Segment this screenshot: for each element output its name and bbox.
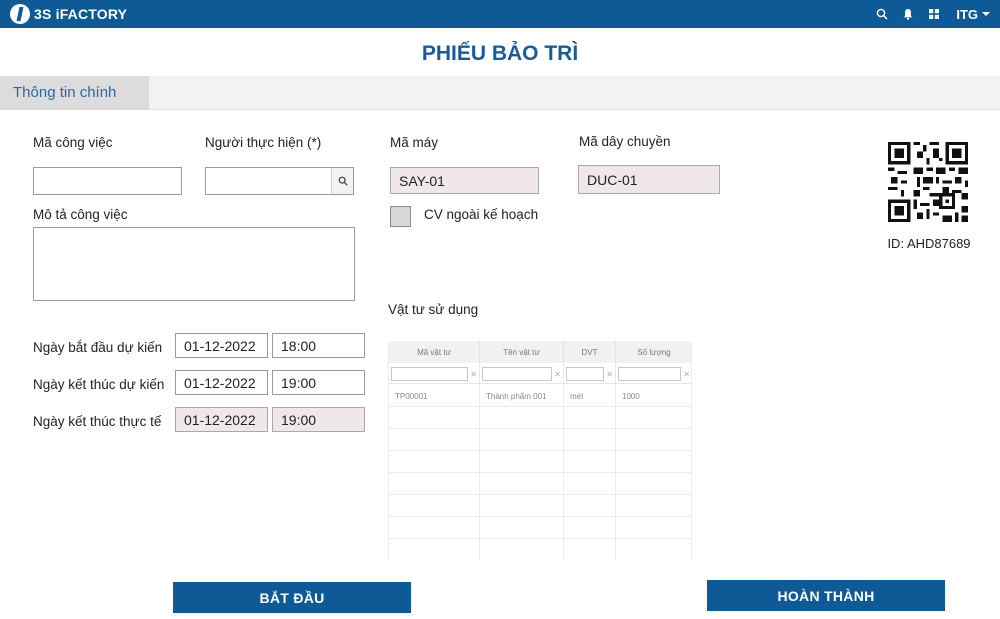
planned-start-date-input[interactable]: 01-12-2022 (175, 333, 268, 358)
column-header-quantity[interactable]: Số lượng (616, 341, 691, 363)
description-label: Mô tả công việc (33, 207, 128, 222)
qr-id-label: ID: AHD87689 (887, 236, 971, 251)
actual-end-date-input: 01-12-2022 (175, 407, 268, 432)
table-row-empty (389, 473, 691, 495)
planned-start-date: 01-12-2022 (184, 337, 256, 354)
start-button[interactable]: BẮT ĐẦU (173, 582, 411, 613)
unplanned-label: CV ngoài kế hoạch (424, 207, 539, 222)
machine-code-input: SAY-01 (390, 167, 539, 194)
table-row-empty (389, 495, 691, 517)
table-row-empty (389, 429, 691, 451)
materials-grid-body: TP00001 Thành phẩm 001 mét 1000 (389, 385, 691, 560)
top-actions: ITG (864, 0, 990, 28)
table-row-empty (389, 451, 691, 473)
filter-input-material-name[interactable] (482, 367, 553, 381)
actual-end-label: Ngày kết thúc thực tế (33, 414, 162, 429)
job-code-label: Mã công việc (33, 135, 113, 150)
filter-input-quantity[interactable] (618, 367, 682, 381)
unplanned-checkbox[interactable] (390, 206, 411, 227)
actual-end-time-input: 19:00 (272, 407, 365, 432)
performer-input[interactable] (205, 167, 354, 195)
actual-end-time: 19:00 (281, 411, 317, 428)
cell-material-name: Thành phẩm 001 (480, 385, 564, 407)
table-row[interactable]: TP00001 Thành phẩm 001 mét 1000 (389, 385, 691, 407)
planned-start-time-input[interactable]: 18:00 (272, 333, 365, 358)
planned-end-time: 19:00 (281, 374, 317, 391)
planned-end-date-input[interactable]: 01-12-2022 (175, 370, 268, 395)
page-title: PHIẾU BẢO TRÌ (421, 42, 579, 65)
planned-end-date: 01-12-2022 (184, 374, 256, 391)
logo-text: 3S iFACTORY (34, 6, 128, 22)
performer-label: Người thực hiện (*) (205, 135, 322, 150)
filter-input-unit[interactable] (566, 367, 605, 381)
column-header-material-name[interactable]: Tên vật tư (480, 341, 564, 363)
user-name: ITG (956, 6, 978, 22)
machine-code-value: SAY-01 (399, 172, 445, 189)
materials-grid: Mã vật tư Tên vật tư DVT Số lượng ✕ ✕ ✕ … (388, 341, 692, 560)
planned-end-time-input[interactable]: 19:00 (272, 370, 365, 395)
filter-input-material-code[interactable] (391, 367, 469, 381)
top-bar: 3S iFACTORY ITG (0, 0, 1000, 28)
machine-code-label: Mã máy (390, 135, 439, 150)
qr-code-image (888, 142, 968, 222)
logo-mark-icon (10, 4, 30, 24)
column-header-material-code[interactable]: Mã vật tư (389, 341, 480, 363)
materials-grid-header: Mã vật tư Tên vật tư DVT Số lượng (389, 341, 691, 363)
grid-icon[interactable] (926, 6, 942, 22)
column-header-unit[interactable]: DVT (564, 341, 616, 363)
tab-bar: Thông tin chính (0, 76, 1000, 110)
planned-end-label: Ngày kết thúc dự kiến (33, 377, 165, 392)
complete-button[interactable]: HOÀN THÀNH (707, 580, 945, 611)
planned-start-time: 18:00 (281, 337, 317, 354)
materials-grid-filter-row: ✕ ✕ ✕ ✕ (389, 364, 691, 384)
bell-icon[interactable] (900, 6, 916, 22)
line-code-input: DUC-01 (578, 165, 720, 194)
app-logo[interactable]: 3S iFACTORY (10, 4, 127, 24)
clear-icon[interactable]: ✕ (554, 370, 561, 379)
chevron-down-icon (982, 12, 990, 16)
clear-icon[interactable]: ✕ (470, 370, 477, 379)
cell-quantity: 1000 (616, 385, 691, 407)
actual-end-date: 01-12-2022 (184, 411, 256, 428)
clear-icon[interactable]: ✕ (683, 370, 690, 379)
search-icon[interactable] (874, 6, 890, 22)
performer-search-button[interactable] (331, 168, 353, 194)
line-code-value: DUC-01 (587, 171, 638, 188)
job-code-input[interactable] (33, 167, 182, 195)
table-row-empty (389, 517, 691, 539)
cell-unit: mét (564, 385, 616, 407)
tab-main-info[interactable]: Thông tin chính (0, 76, 149, 110)
cell-material-code: TP00001 (389, 385, 480, 407)
search-icon (338, 176, 348, 186)
table-row-empty (389, 539, 691, 560)
line-code-label: Mã dây chuyền (579, 134, 671, 149)
clear-icon[interactable]: ✕ (606, 370, 613, 379)
user-menu[interactable]: ITG (956, 7, 990, 22)
planned-start-label: Ngày bắt đầu dự kiến (33, 340, 163, 355)
table-row-empty (389, 407, 691, 429)
materials-title: Vật tư sử dụng (388, 302, 479, 317)
description-textarea[interactable] (33, 227, 355, 301)
